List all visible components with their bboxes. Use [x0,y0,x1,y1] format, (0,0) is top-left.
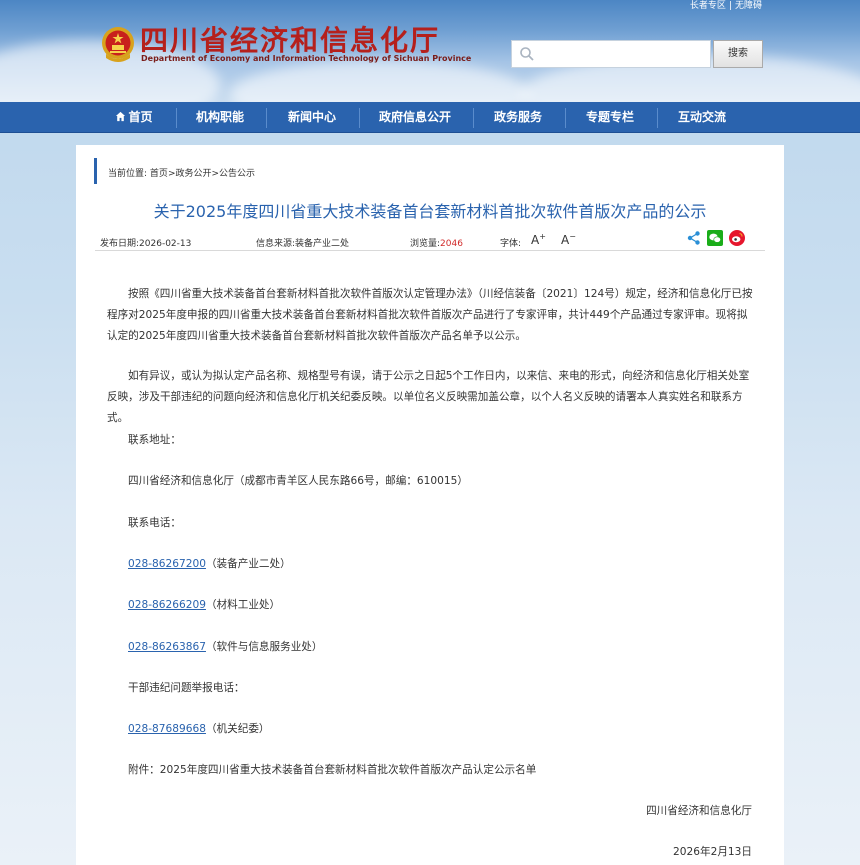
view-count-label: 浏览量: [410,239,441,249]
search-input[interactable] [511,40,711,68]
info-source-label: 信息来源: [256,239,296,249]
wechat-icon[interactable] [707,230,723,246]
phone-dept: （装备产业二处） [205,558,291,570]
site-title[interactable]: 四川省经济和信息化厅 [140,26,440,56]
breadcrumb-separator: > [211,169,220,179]
weibo-icon[interactable] [729,230,745,246]
nav-divider [473,108,474,128]
phone-line: 028-86267200（装备产业二处） [128,556,291,571]
nav-item-topics[interactable]: 专题专栏 [574,102,646,133]
font-decrease-button[interactable]: A− [561,232,576,247]
contact-address: 四川省经济和信息化厅（成都市青羊区人民东路66号，邮编：610015） [128,475,468,487]
font-increase-button[interactable]: A+ [531,232,546,247]
plus-icon: + [539,232,546,241]
phone-line: 028-86266209（材料工业处） [128,597,280,612]
info-source: 信息来源:装备产业二处 [256,236,349,249]
site-header: 长者专区 | 无障碍 四川省经济和信息化厅 Department of Econom… [0,0,860,102]
breadcrumb-gov-open[interactable]: 政务公开 [175,169,211,179]
discipline-phone-line: 028-87689668（机关纪委） [128,721,270,736]
minus-icon: − [569,232,576,241]
phone-link[interactable]: 028-86267200 [128,558,206,570]
phone-dept: （机关纪委） [205,723,270,735]
breadcrumb-notice[interactable]: 公告公示 [219,169,255,179]
share-icon[interactable] [686,230,702,246]
search-button[interactable]: 搜索 [713,40,763,68]
nav-divider [359,108,360,128]
contact-phone-label: 联系电话： [128,517,181,529]
phone-link[interactable]: 028-86263867 [128,641,206,653]
meta-divider [95,250,765,251]
view-count: 浏览量:2046 [410,236,463,249]
signature: 四川省经济和信息化厅 [646,805,752,817]
accessibility-link[interactable]: 无障碍 [735,0,762,13]
font-size-label: 字体: [500,239,522,249]
main-nav: 首页 机构职能 新闻中心 政府信息公开 政务服务 专题专栏 互动交流 [0,102,860,133]
nav-item-home[interactable]: 首页 [102,102,166,133]
nav-divider [657,108,658,128]
phone-line: 028-86263867（软件与信息服务业处） [128,639,323,654]
phone-dept: （材料工业处） [205,599,281,611]
publish-date-value: 2026-02-13 [139,239,192,249]
nav-divider [176,108,177,128]
font-decrease-letter: A [561,233,570,247]
top-links-separator: | [728,1,732,11]
breadcrumb-prefix: 当前位置: [108,169,148,179]
nav-divider [266,108,267,128]
phone-dept: （软件与信息服务业处） [205,641,323,653]
publish-date-label: 发布日期: [100,239,140,249]
nav-item-gov-info[interactable]: 政府信息公开 [368,102,462,133]
breadcrumb-marker [94,158,97,184]
article-title: 关于2025年度四川省重大技术装备首台套新材料首批次软件首版次产品的公示 [153,202,707,221]
nav-item-services[interactable]: 政务服务 [482,102,554,133]
elder-mode-link[interactable]: 长者专区 [690,0,726,13]
nav-item-interaction[interactable]: 互动交流 [666,102,738,133]
sign-date: 2026年2月13日 [673,846,752,858]
article-paragraph-2: 如有异议，或认为拟认定产品名称、规格型号有误，请于公示之日起5个工作日内，以来信… [107,370,750,424]
view-count-value: 2046 [440,239,463,249]
site-title-en: Department of Economy and Information Te… [141,54,472,63]
breadcrumb: 当前位置: 首页>政务公开>公告公示 [108,166,255,179]
search-icon [520,47,534,61]
attachment-link[interactable]: 附件：2025年度四川省重大技术装备首台套新材料首批次软件首版次产品认定公示名单 [128,762,536,777]
breadcrumb-home[interactable]: 首页 [150,169,168,179]
contact-address-label: 联系地址： [128,434,181,446]
header-cloud [230,60,530,102]
nav-item-functions[interactable]: 机构职能 [184,102,256,133]
top-links: 长者专区 | 无障碍 [690,0,762,14]
phone-link[interactable]: 028-87689668 [128,723,206,735]
font-increase-letter: A [531,233,540,247]
article-paragraph-1: 按照《四川省重大技术装备首台套新材料首批次软件首版次认定管理办法》（川经信装备〔… [107,288,753,342]
nav-divider [565,108,566,128]
phone-link[interactable]: 028-86266209 [128,599,206,611]
nav-item-label: 首页 [128,110,153,124]
content-panel [76,145,784,865]
national-emblem-icon [102,27,134,62]
discipline-label: 干部违纪问题举报电话： [128,682,245,694]
publish-date: 发布日期:2026-02-13 [100,236,191,249]
info-source-value: 装备产业二处 [295,239,350,249]
home-icon [116,111,126,122]
nav-item-news[interactable]: 新闻中心 [276,102,348,133]
